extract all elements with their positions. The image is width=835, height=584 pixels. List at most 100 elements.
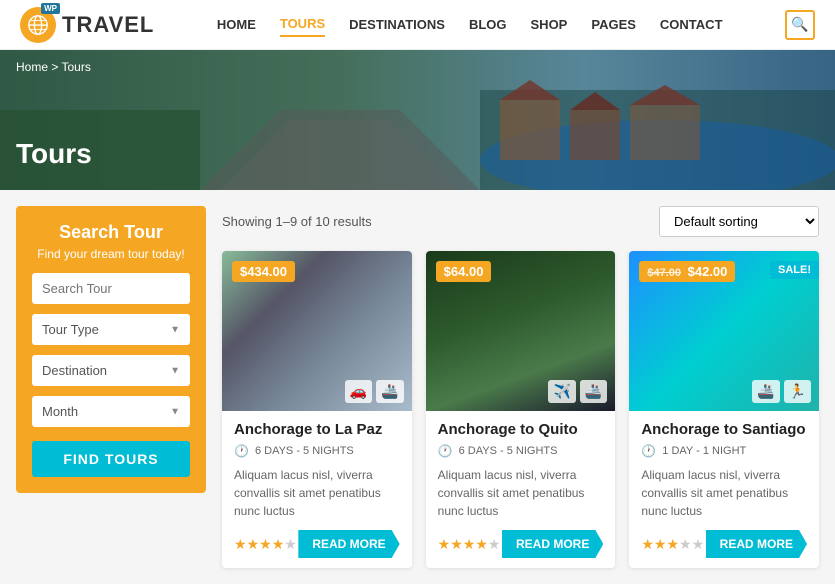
tour-type-wrapper: Tour Type Adventure Beach Cultural Wildl…: [32, 314, 190, 345]
star-2: ★: [654, 536, 667, 552]
ship-icon-2: 🚢: [580, 380, 607, 403]
search-box-title: Search Tour: [32, 222, 190, 243]
card-body-1: Anchorage to La Paz 🕐 6 DAYS - 5 NIGHTS …: [222, 411, 412, 568]
card-footer-3: ★★★★★ READ MORE: [641, 530, 807, 558]
read-more-button-2[interactable]: READ MORE: [502, 530, 603, 558]
card-desc-1: Aliquam lacus nisl, viverra convallis si…: [234, 466, 400, 520]
card-body-2: Anchorage to Quito 🕐 6 DAYS - 5 NIGHTS A…: [426, 411, 616, 568]
search-box-subtitle: Find your dream tour today!: [32, 247, 190, 261]
card-body-3: Anchorage to Santiago 🕐 1 DAY - 1 NIGHT …: [629, 411, 819, 568]
tour-cards: $434.00 🚗 🚢 Anchorage to La Paz 🕐 6 DAYS…: [222, 251, 819, 568]
results-count: Showing 1–9 of 10 results: [222, 214, 372, 229]
card-stars-2: ★★★★★: [438, 536, 501, 553]
price-tag-1: $434.00: [232, 261, 295, 282]
star-4: ★: [679, 536, 692, 552]
ship-icon-3: 🚢: [752, 380, 779, 403]
breadcrumb-home[interactable]: Home: [16, 60, 48, 74]
card-image-1: $434.00 🚗 🚢: [222, 251, 412, 411]
logo: WP TRAVEL: [20, 7, 154, 43]
card-title-2: Anchorage to Quito: [438, 421, 604, 438]
search-input[interactable]: [32, 273, 190, 304]
price-tag-3: $47.00 $42.00: [639, 261, 735, 282]
card-duration-2: 6 DAYS - 5 NIGHTS: [459, 445, 558, 457]
logo-icon: WP: [20, 7, 56, 43]
breadcrumb-current: Tours: [61, 60, 90, 74]
clock-icon-3: 🕐: [641, 444, 656, 458]
nav-tours[interactable]: TOURS: [280, 12, 325, 37]
card-title-3: Anchorage to Santiago: [641, 421, 807, 438]
search-button[interactable]: 🔍: [785, 10, 815, 40]
read-more-button-3[interactable]: READ MORE: [706, 530, 807, 558]
star-3: ★: [666, 536, 679, 552]
month-select[interactable]: Month January February March April May J…: [32, 396, 190, 427]
card-duration-1: 6 DAYS - 5 NIGHTS: [255, 445, 354, 457]
plane-icon: ✈️: [548, 380, 575, 403]
logo-wp-badge: WP: [41, 3, 60, 14]
star-1: ★: [641, 536, 654, 552]
destination-wrapper: Destination Anchorage La Paz Quito Santi…: [32, 355, 190, 386]
car-icon: 🚗: [345, 380, 372, 403]
card-footer-2: ★★★★★ READ MORE: [438, 530, 604, 558]
price-tag-2: $64.00: [436, 261, 492, 282]
tour-card-3: $47.00 $42.00 SALE! 🚢 🏃 Anchorage to San…: [629, 251, 819, 568]
read-more-button-1[interactable]: READ MORE: [298, 530, 399, 558]
nav-contact[interactable]: CONTACT: [660, 13, 723, 36]
month-wrapper: Month January February March April May J…: [32, 396, 190, 427]
main-nav: HOME TOURS DESTINATIONS BLOG SHOP PAGES …: [217, 12, 723, 37]
nav-pages[interactable]: PAGES: [591, 13, 636, 36]
card-icons-3: 🚢 🏃: [752, 380, 811, 403]
price-current-3: $42.00: [688, 264, 728, 279]
destination-select[interactable]: Destination Anchorage La Paz Quito Santi…: [32, 355, 190, 386]
clock-icon-2: 🕐: [438, 444, 453, 458]
main-content: Search Tour Find your dream tour today! …: [0, 190, 835, 584]
card-image-3: $47.00 $42.00 SALE! 🚢 🏃: [629, 251, 819, 411]
card-meta-3: 🕐 1 DAY - 1 NIGHT: [641, 444, 807, 458]
page-title: Tours: [16, 138, 92, 170]
sale-badge-3: SALE!: [770, 261, 819, 279]
breadcrumb-separator: >: [51, 60, 61, 74]
star-5: ★: [692, 536, 705, 552]
search-box: Search Tour Find your dream tour today! …: [16, 206, 206, 493]
header: WP TRAVEL HOME TOURS DESTINATIONS BLOG S…: [0, 0, 835, 50]
card-icons-2: ✈️ 🚢: [548, 380, 607, 403]
card-stars-3: ★★★★★: [641, 536, 704, 553]
sidebar: Search Tour Find your dream tour today! …: [16, 206, 206, 568]
star-1: ★: [438, 536, 451, 552]
tour-card-2: $64.00 ✈️ 🚢 Anchorage to Quito 🕐 6 DAYS …: [426, 251, 616, 568]
card-desc-2: Aliquam lacus nisl, viverra convallis si…: [438, 466, 604, 520]
card-footer-1: ★★★★★ READ MORE: [234, 530, 400, 558]
sort-select[interactable]: Default sorting Sort by popularity Sort …: [659, 206, 819, 237]
card-meta-2: 🕐 6 DAYS - 5 NIGHTS: [438, 444, 604, 458]
star-2: ★: [247, 536, 260, 552]
star-4: ★: [272, 536, 285, 552]
star-2: ★: [450, 536, 463, 552]
tour-card-1: $434.00 🚗 🚢 Anchorage to La Paz 🕐 6 DAYS…: [222, 251, 412, 568]
price-original-3: $47.00: [647, 267, 681, 279]
nav-home[interactable]: HOME: [217, 13, 256, 36]
hike-icon: 🏃: [784, 380, 811, 403]
nav-destinations[interactable]: DESTINATIONS: [349, 13, 445, 36]
card-meta-1: 🕐 6 DAYS - 5 NIGHTS: [234, 444, 400, 458]
star-5: ★: [488, 536, 501, 552]
content-header: Showing 1–9 of 10 results Default sortin…: [222, 206, 819, 237]
star-3: ★: [463, 536, 476, 552]
content-area: Showing 1–9 of 10 results Default sortin…: [222, 206, 819, 568]
star-5: ★: [284, 536, 297, 552]
nav-shop[interactable]: SHOP: [531, 13, 568, 36]
card-image-2: $64.00 ✈️ 🚢: [426, 251, 616, 411]
nav-blog[interactable]: BLOG: [469, 13, 507, 36]
card-duration-3: 1 DAY - 1 NIGHT: [662, 445, 746, 457]
star-4: ★: [475, 536, 488, 552]
star-3: ★: [259, 536, 272, 552]
card-desc-3: Aliquam lacus nisl, viverra convallis si…: [641, 466, 807, 520]
card-icons-1: 🚗 🚢: [345, 380, 404, 403]
card-stars-1: ★★★★★: [234, 536, 297, 553]
hero-section: Home > Tours Tours: [0, 50, 835, 190]
clock-icon-1: 🕐: [234, 444, 249, 458]
tour-type-select[interactable]: Tour Type Adventure Beach Cultural Wildl…: [32, 314, 190, 345]
logo-text: TRAVEL: [62, 12, 154, 38]
card-title-1: Anchorage to La Paz: [234, 421, 400, 438]
ship-icon: 🚢: [376, 380, 403, 403]
find-tours-button[interactable]: FIND TOURS: [32, 441, 190, 477]
star-1: ★: [234, 536, 247, 552]
